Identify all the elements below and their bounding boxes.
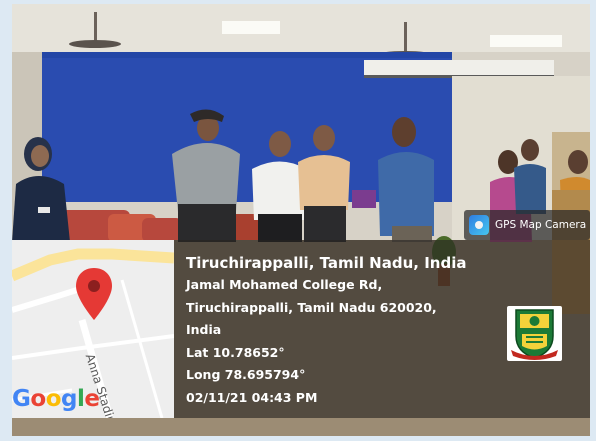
location-title: Tiruchirappalli, Tamil Nadu, India bbox=[186, 254, 467, 272]
gps-map-camera-tag: GPS Map Camera bbox=[464, 210, 590, 240]
event-photo: GPS Map Camera Anna Stadium Rd Google Ti… bbox=[12, 4, 590, 436]
institution-emblem bbox=[507, 306, 562, 361]
google-logo-letter: o bbox=[45, 386, 62, 412]
emblem-shield-icon bbox=[511, 309, 558, 360]
google-logo-letter: o bbox=[30, 386, 46, 412]
screenshot-frame: GPS Map Camera Anna Stadium Rd Google Ti… bbox=[0, 0, 596, 441]
google-logo-letter: g bbox=[61, 386, 77, 412]
longitude-value: Long 78.695794° bbox=[186, 367, 306, 383]
timestamp-value: 02/11/21 04:43 PM bbox=[186, 389, 318, 405]
address-line-1: Jamal Mohamed College Rd, bbox=[186, 277, 383, 292]
app-name-label: GPS Map Camera bbox=[495, 219, 587, 231]
latitude-value: Lat 10.78652° bbox=[186, 344, 285, 360]
photo-floor-strip bbox=[12, 418, 590, 436]
google-logo-letter: G bbox=[12, 386, 31, 412]
address-line-2: Tiruchirappalli, Tamil Nadu 620020, bbox=[186, 299, 437, 315]
google-logo-letter: l bbox=[76, 386, 85, 412]
geotag-overlay: Anna Stadium Rd Google Tiruchirappalli, … bbox=[12, 240, 590, 418]
location-map: Anna Stadium Rd Google bbox=[12, 240, 174, 418]
camera-app-icon bbox=[469, 215, 489, 235]
address-block: Tiruchirappalli, Tamil Nadu, India Jamal… bbox=[186, 252, 466, 410]
location-pin-icon bbox=[76, 268, 112, 320]
google-logo: Google bbox=[12, 386, 100, 412]
address-line-3: India bbox=[186, 322, 222, 338]
google-logo-letter: e bbox=[84, 386, 100, 412]
